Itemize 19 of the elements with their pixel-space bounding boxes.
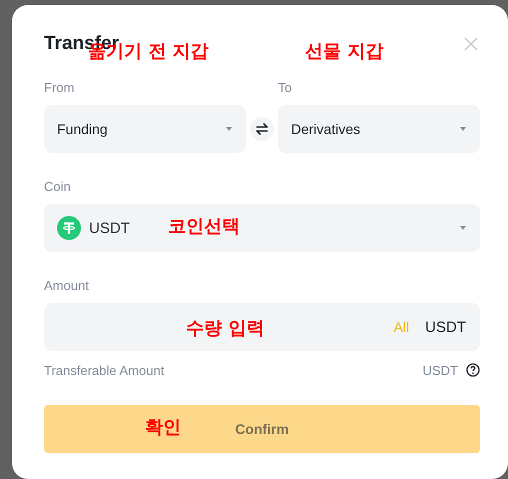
caret-icon [460,127,466,131]
annotation-text: 코인선택 [168,215,240,238]
from-label: From [44,80,76,96]
annotation-text: 선물 지갑 [305,40,384,63]
transferable-unit: USDT [422,362,458,378]
tether-coin-icon [57,216,81,240]
caret-icon [460,226,466,230]
help-icon[interactable] [466,363,480,377]
swap-icon[interactable] [250,117,274,141]
from-wallet-select[interactable]: Funding [44,105,246,153]
amount-unit: USDT [425,318,466,336]
to-wallet-select[interactable]: Derivatives [278,105,480,153]
caret-icon [226,127,232,131]
to-label: To [278,80,293,96]
annotation-text: 확인 [145,416,181,439]
transferable-amount-label: Transferable Amount [44,362,164,378]
coin-label: Coin [44,179,72,195]
amount-label: Amount [44,278,90,294]
annotation-text: 수량 입력 [186,317,264,340]
